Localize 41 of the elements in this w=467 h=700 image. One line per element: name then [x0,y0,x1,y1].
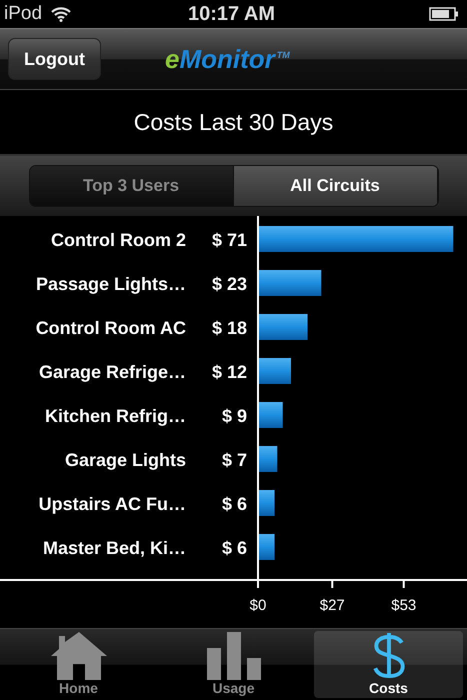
tick-label: $27 [320,597,345,614]
bar [258,446,278,472]
value-label: $ 18 [212,318,247,338]
bar [258,270,322,296]
tab-bar-item[interactable]: Costs [314,631,463,698]
category-label: Passage Lights… [36,274,186,294]
category-label: Garage Refrige… [38,362,186,382]
value-label: $ 9 [222,406,247,426]
carrier-label: iPod [4,3,42,25]
bar [258,358,291,384]
bar-chart-icon [206,632,260,680]
category-label: Control Room AC [36,318,186,338]
tab-bar-item[interactable]: Usage [159,631,308,698]
bar [258,534,274,560]
logout-button[interactable]: Logout [8,38,101,80]
tick-label: $0 [250,597,266,614]
app-logo: eMonitor$^{TM}$ [164,44,290,74]
category-label: Upstairs AC Fu… [38,494,186,514]
tick-label: $53 [391,597,416,614]
value-label: $ 7 [222,450,247,470]
battery-icon [428,7,459,21]
dollar-icon [372,631,406,680]
bar [258,314,308,340]
screen-title: Costs Last 30 Days [134,108,334,136]
clock-time: 10:17 AM [188,2,276,26]
value-label: $ 12 [212,362,247,382]
category-label: Master Bed, Ki… [42,538,186,558]
value-label: $ 6 [222,494,247,514]
category-label: Kitchen Refrig… [44,406,186,426]
category-label: Control Room 2 [51,230,186,250]
bar [258,490,274,516]
house-icon [50,632,106,680]
wifi-icon [50,6,72,22]
value-label: $ 71 [212,230,247,250]
value-label: $ 23 [212,274,247,294]
category-label: Garage Lights [64,450,186,470]
tab-bar-item[interactable]: Home [4,631,153,698]
segment-tab[interactable]: Top 3 Users [30,166,234,206]
bar [258,402,283,428]
value-label: $ 6 [222,538,247,558]
segment-tab[interactable]: All Circuits [234,166,438,206]
